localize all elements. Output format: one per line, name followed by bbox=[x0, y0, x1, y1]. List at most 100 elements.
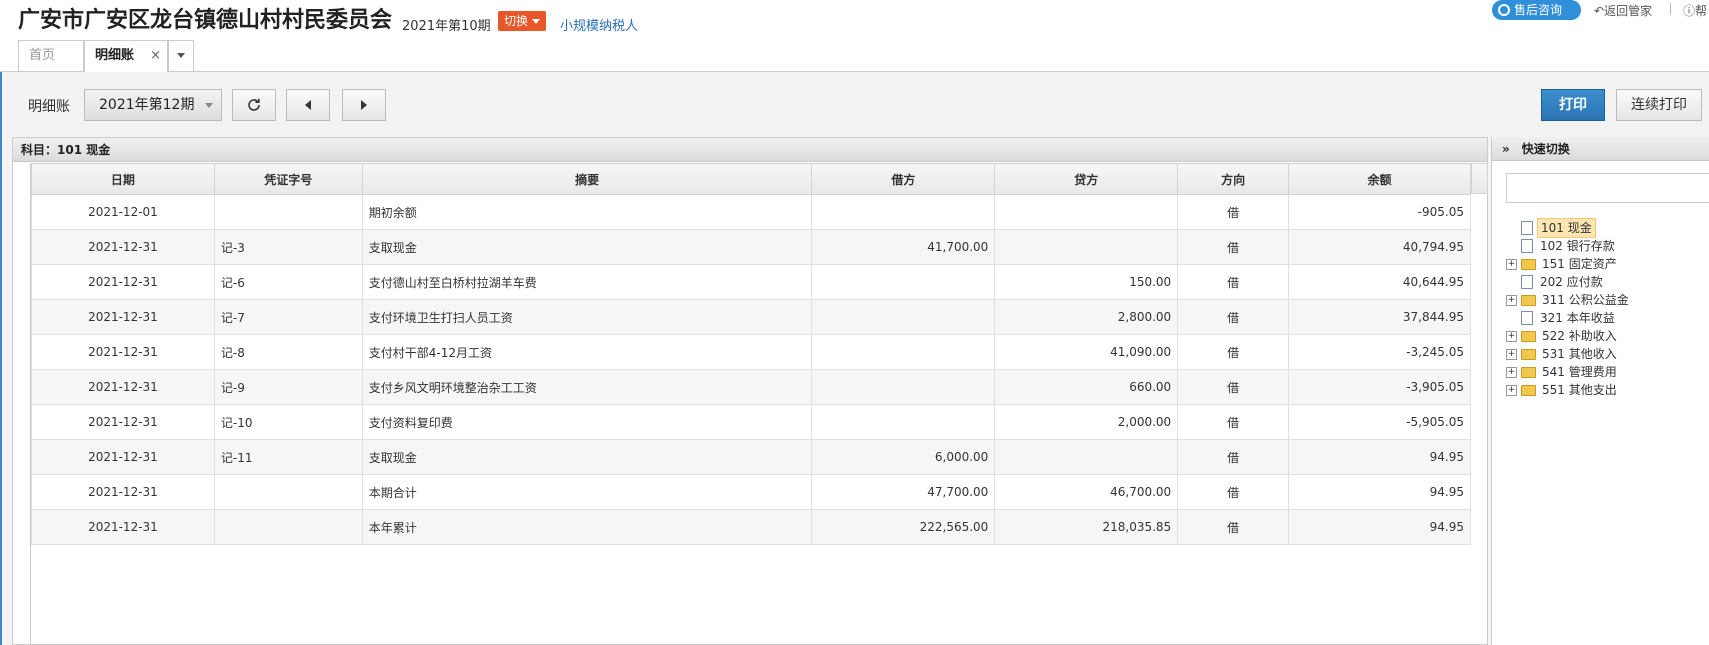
tree-item-label: 102 银行存款 bbox=[1540, 239, 1615, 253]
tree-item[interactable]: 321 本年收益 bbox=[1506, 309, 1632, 327]
column-header[interactable]: 借方 bbox=[811, 163, 996, 195]
collapse-panel-icon[interactable]: » bbox=[1502, 142, 1510, 156]
subject-search-input[interactable] bbox=[1506, 173, 1709, 203]
support-button[interactable]: 售后咨询 bbox=[1492, 0, 1581, 20]
folder-icon bbox=[1521, 294, 1536, 306]
voucher-cell[interactable]: 记-8 bbox=[213, 334, 363, 370]
switch-period-button[interactable]: 切换 bbox=[498, 11, 547, 31]
column-header[interactable]: 凭证字号 bbox=[213, 163, 363, 195]
tab-ledger[interactable]: 明细账 × bbox=[84, 40, 168, 72]
credit-cell: 660.00 bbox=[994, 369, 1179, 405]
file-icon bbox=[1521, 221, 1533, 235]
direction-cell: 借 bbox=[1177, 264, 1290, 300]
summary-cell: 支付乡风文明环境整治杂工工资 bbox=[361, 369, 813, 405]
question-icon: ⓘ bbox=[1683, 4, 1696, 18]
back-to-manager-link[interactable]: ↶返回管家 bbox=[1594, 2, 1652, 19]
company-name: 广安市广安区龙台镇德山村村民委员会 bbox=[18, 8, 393, 33]
tab-home[interactable]: 首页 bbox=[18, 40, 84, 72]
voucher-cell[interactable]: 记-10 bbox=[213, 404, 363, 440]
close-icon[interactable]: × bbox=[150, 41, 161, 71]
print-button[interactable]: 打印 bbox=[1541, 89, 1605, 121]
period-select-value: 2021年第12期 bbox=[99, 97, 195, 113]
continuous-print-button[interactable]: 连续打印 bbox=[1616, 89, 1702, 121]
tree-item[interactable]: +551 其他支出 bbox=[1506, 381, 1632, 399]
table-row[interactable]: 2021-12-31 本年累计 222,565.00 218,035.85 借 94.95 bbox=[31, 509, 1471, 545]
folder-icon bbox=[1521, 366, 1536, 378]
voucher-cell[interactable]: 记-9 bbox=[213, 369, 363, 405]
voucher-cell[interactable]: 记-6 bbox=[213, 264, 363, 300]
tree-item[interactable]: +541 管理费用 bbox=[1506, 363, 1632, 381]
credit-cell: 2,800.00 bbox=[994, 299, 1179, 335]
column-header[interactable]: 贷方 bbox=[994, 163, 1179, 195]
column-header[interactable]: 日期 bbox=[31, 163, 215, 195]
expand-icon[interactable]: + bbox=[1506, 294, 1517, 306]
column-header[interactable]: 摘要 bbox=[361, 163, 813, 195]
table-row[interactable]: 2021-12-31 记-9 支付乡风文明环境整治杂工工资 660.00 借 -3,905… bbox=[31, 369, 1471, 405]
credit-cell bbox=[994, 194, 1179, 230]
expand-icon[interactable]: + bbox=[1506, 348, 1517, 360]
table-row[interactable]: 2021-12-01 期初余额 借 -905.05 bbox=[31, 194, 1471, 230]
credit-cell: 218,035.85 bbox=[994, 509, 1179, 545]
table-row[interactable]: 2021-12-31 记-7 支付环境卫生打扫人员工资 2,800.00 借 37,844… bbox=[31, 299, 1471, 335]
column-header[interactable]: 方向 bbox=[1177, 163, 1290, 195]
tree-item[interactable]: +522 补助收入 bbox=[1506, 327, 1632, 345]
voucher-cell[interactable]: 记-7 bbox=[213, 299, 363, 335]
tree-item[interactable]: 202 应付款 bbox=[1506, 273, 1632, 291]
tree-item[interactable]: 102 银行存款 bbox=[1506, 237, 1632, 255]
summary-cell: 支付德山村至白桥村拉湖羊车费 bbox=[361, 264, 813, 300]
prev-period-button[interactable] bbox=[286, 89, 330, 121]
expand-icon[interactable]: + bbox=[1506, 330, 1517, 342]
date-cell: 2021-12-31 bbox=[31, 404, 215, 440]
balance-cell: 94.95 bbox=[1288, 474, 1471, 510]
balance-cell: 94.95 bbox=[1288, 439, 1471, 475]
chevron-down-icon bbox=[532, 19, 541, 24]
balance-cell: -3,905.05 bbox=[1288, 369, 1471, 405]
tab-list-dropdown[interactable] bbox=[168, 40, 194, 72]
table-row[interactable]: 2021-12-31 记-8 支付村干部4-12月工资 41,090.00 借 -3,24… bbox=[31, 334, 1471, 370]
chevron-down-icon bbox=[177, 53, 185, 58]
tree-item-label: 202 应付款 bbox=[1540, 275, 1603, 289]
expand-icon[interactable]: + bbox=[1506, 258, 1517, 270]
period-select[interactable]: 2021年第12期 bbox=[84, 89, 222, 121]
summary-cell: 支付环境卫生打扫人员工资 bbox=[361, 299, 813, 335]
tree-item-label: 531 其他收入 bbox=[1542, 347, 1617, 361]
tab-ledger-label: 明细账 bbox=[95, 48, 135, 63]
scrollbar-header-cap bbox=[1471, 163, 1488, 194]
debit-cell bbox=[811, 194, 996, 230]
ledger-grid: 日期 凭证字号 摘要 借方 贷方 方向 余额 2021-12-01 期初余额借 -9… bbox=[30, 163, 1488, 645]
tree-item[interactable]: +311 公积公益金 bbox=[1506, 291, 1632, 309]
debit-cell bbox=[811, 404, 996, 440]
balance-cell: -3,245.05 bbox=[1288, 334, 1471, 370]
column-header[interactable]: 余额 bbox=[1288, 163, 1471, 195]
tree-item[interactable]: +531 其他收入 bbox=[1506, 345, 1632, 363]
table-row[interactable]: 2021-12-31 记-3 支取现金 41,700.00 借 40,794.95 bbox=[31, 229, 1471, 265]
summary-cell: 期初余额 bbox=[361, 194, 813, 230]
tree-item-label: 541 管理费用 bbox=[1542, 365, 1617, 379]
direction-cell: 借 bbox=[1177, 509, 1290, 545]
table-row[interactable]: 2021-12-31 记-6 支付德山村至白桥村拉湖羊车费 150.00 借 40,644… bbox=[31, 264, 1471, 300]
ledger-table: 日期 凭证字号 摘要 借方 贷方 方向 余额 2021-12-01 期初余额借 -9… bbox=[31, 163, 1471, 545]
expand-icon[interactable]: + bbox=[1506, 366, 1517, 378]
help-link[interactable]: ⓘ帮 bbox=[1683, 2, 1707, 19]
debit-cell: 47,700.00 bbox=[811, 474, 996, 510]
summary-cell: 支取现金 bbox=[361, 439, 813, 475]
direction-cell: 借 bbox=[1177, 439, 1290, 475]
voucher-cell[interactable]: 记-3 bbox=[213, 229, 363, 265]
refresh-button[interactable] bbox=[232, 89, 276, 121]
table-row[interactable]: 2021-12-31 本期合计 47,700.00 46,700.00 借 94.95 bbox=[31, 474, 1471, 510]
debit-cell bbox=[811, 264, 996, 300]
quick-switch-title: 快速切换 bbox=[1521, 142, 1570, 156]
taxpayer-type-link[interactable]: 小规模纳税人 bbox=[560, 15, 638, 34]
tree-item[interactable]: +151 固定资产 bbox=[1506, 255, 1632, 273]
expand-icon[interactable]: + bbox=[1506, 384, 1517, 396]
direction-cell: 借 bbox=[1177, 404, 1290, 440]
balance-cell: 94.95 bbox=[1288, 509, 1471, 545]
date-cell: 2021-12-01 bbox=[31, 194, 215, 230]
table-row[interactable]: 2021-12-31 记-10 支付资料复印费 2,000.00 借 -5,905.05 bbox=[31, 404, 1471, 440]
table-row[interactable]: 2021-12-31 记-11 支取现金 6,000.00 借 94.95 bbox=[31, 439, 1471, 475]
voucher-cell[interactable]: 记-11 bbox=[213, 439, 363, 475]
tree-item[interactable]: 101 现金 bbox=[1506, 218, 1632, 238]
summary-cell: 本期合计 bbox=[361, 474, 813, 510]
file-icon bbox=[1521, 275, 1533, 289]
next-period-button[interactable] bbox=[342, 89, 386, 121]
